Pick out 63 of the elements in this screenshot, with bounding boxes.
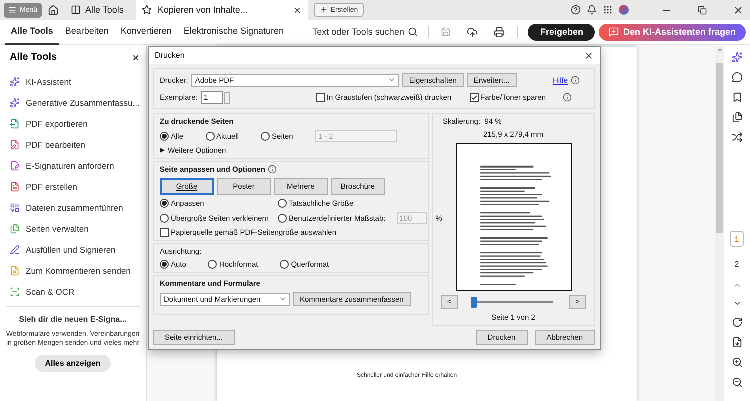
star-icon[interactable]: [142, 5, 152, 15]
close-icon[interactable]: [292, 6, 302, 14]
plus-icon: [320, 6, 328, 14]
tab[interactable]: Alle Tools: [64, 0, 130, 20]
tool-item[interactable]: Zum Kommentieren senden: [0, 260, 146, 281]
tool-item[interactable]: KI-Assistent: [0, 71, 146, 92]
comment-icon[interactable]: [732, 72, 742, 83]
share-button[interactable]: Freigeben: [528, 24, 596, 40]
pages-icon[interactable]: [732, 112, 742, 123]
restore-icon[interactable]: [698, 6, 707, 14]
zoom-out-icon[interactable]: [732, 377, 742, 388]
tool-tab[interactable]: Elektronische Signaturen: [178, 20, 290, 44]
tool-item[interactable]: PDF erstellen: [0, 176, 146, 197]
tool-item[interactable]: Ausfüllen und Signieren: [0, 239, 146, 260]
info-icon[interactable]: [563, 93, 572, 102]
tool-item[interactable]: Scan & OCR: [0, 281, 146, 302]
scroll-up-icon[interactable]: [716, 47, 722, 53]
ai-assistant-button[interactable]: Den KI-Assistenten fragen: [599, 24, 746, 40]
slider-thumb[interactable]: [471, 296, 477, 308]
tool-tab[interactable]: Bearbeiten: [59, 20, 115, 44]
triangle-icon: [160, 148, 165, 153]
tool-item[interactable]: PDF bearbeiten: [0, 134, 146, 155]
tool-tab[interactable]: Alle Tools: [5, 20, 60, 44]
tool-item[interactable]: Dateien zusammenführen: [0, 197, 146, 218]
bookmark-icon[interactable]: [732, 92, 742, 103]
close-icon[interactable]: [584, 50, 594, 60]
chevron-down-icon[interactable]: [732, 299, 742, 308]
menu-icon: [8, 6, 17, 14]
chat-icon: [609, 27, 620, 37]
dialog-title: Drucken: [155, 51, 185, 60]
avatar[interactable]: [619, 5, 629, 15]
search-button[interactable]: Text oder Tools suchen: [306, 27, 424, 37]
close-icon[interactable]: [733, 4, 744, 16]
show-all-button[interactable]: Alles anzeigen: [35, 354, 111, 372]
document-tab[interactable]: Kopieren von Inhalte...: [136, 0, 308, 20]
shuffle-icon[interactable]: [732, 132, 742, 143]
tool-item[interactable]: Seiten verwalten: [0, 218, 146, 239]
dropdown-icon: [388, 76, 396, 84]
tool-item[interactable]: PDF exportieren: [0, 113, 146, 134]
help-icon[interactable]: [571, 5, 581, 15]
sparkle-icon[interactable]: [732, 52, 742, 63]
zoom-in-icon[interactable]: [732, 357, 742, 368]
file-icon[interactable]: [732, 337, 742, 348]
scrollbar-thumb[interactable]: [716, 63, 723, 233]
search-icon: [408, 27, 418, 37]
columns-icon: [70, 5, 81, 15]
bell-icon[interactable]: [587, 5, 597, 15]
dropdown-icon: [279, 295, 287, 303]
promo-title: Sieh dir die neuen E-Signa...: [19, 315, 127, 324]
tool-tab[interactable]: Konvertieren: [114, 20, 178, 44]
info-icon[interactable]: [571, 76, 580, 84]
tool-item[interactable]: E-Signaturen anfordern: [0, 155, 146, 176]
info-icon[interactable]: [268, 165, 278, 174]
sidebar-title: Alle Tools: [10, 52, 58, 63]
rotate-icon[interactable]: [732, 317, 742, 328]
print-icon[interactable]: [494, 26, 506, 38]
chevron-up-icon[interactable]: [732, 281, 742, 290]
tool-item[interactable]: Generative Zusammenfassu...: [0, 92, 146, 113]
apps-icon[interactable]: [603, 5, 613, 15]
page-number[interactable]: 2: [730, 256, 744, 272]
upload-icon[interactable]: [467, 26, 478, 38]
home-icon[interactable]: [48, 4, 59, 16]
close-icon[interactable]: [132, 54, 140, 62]
